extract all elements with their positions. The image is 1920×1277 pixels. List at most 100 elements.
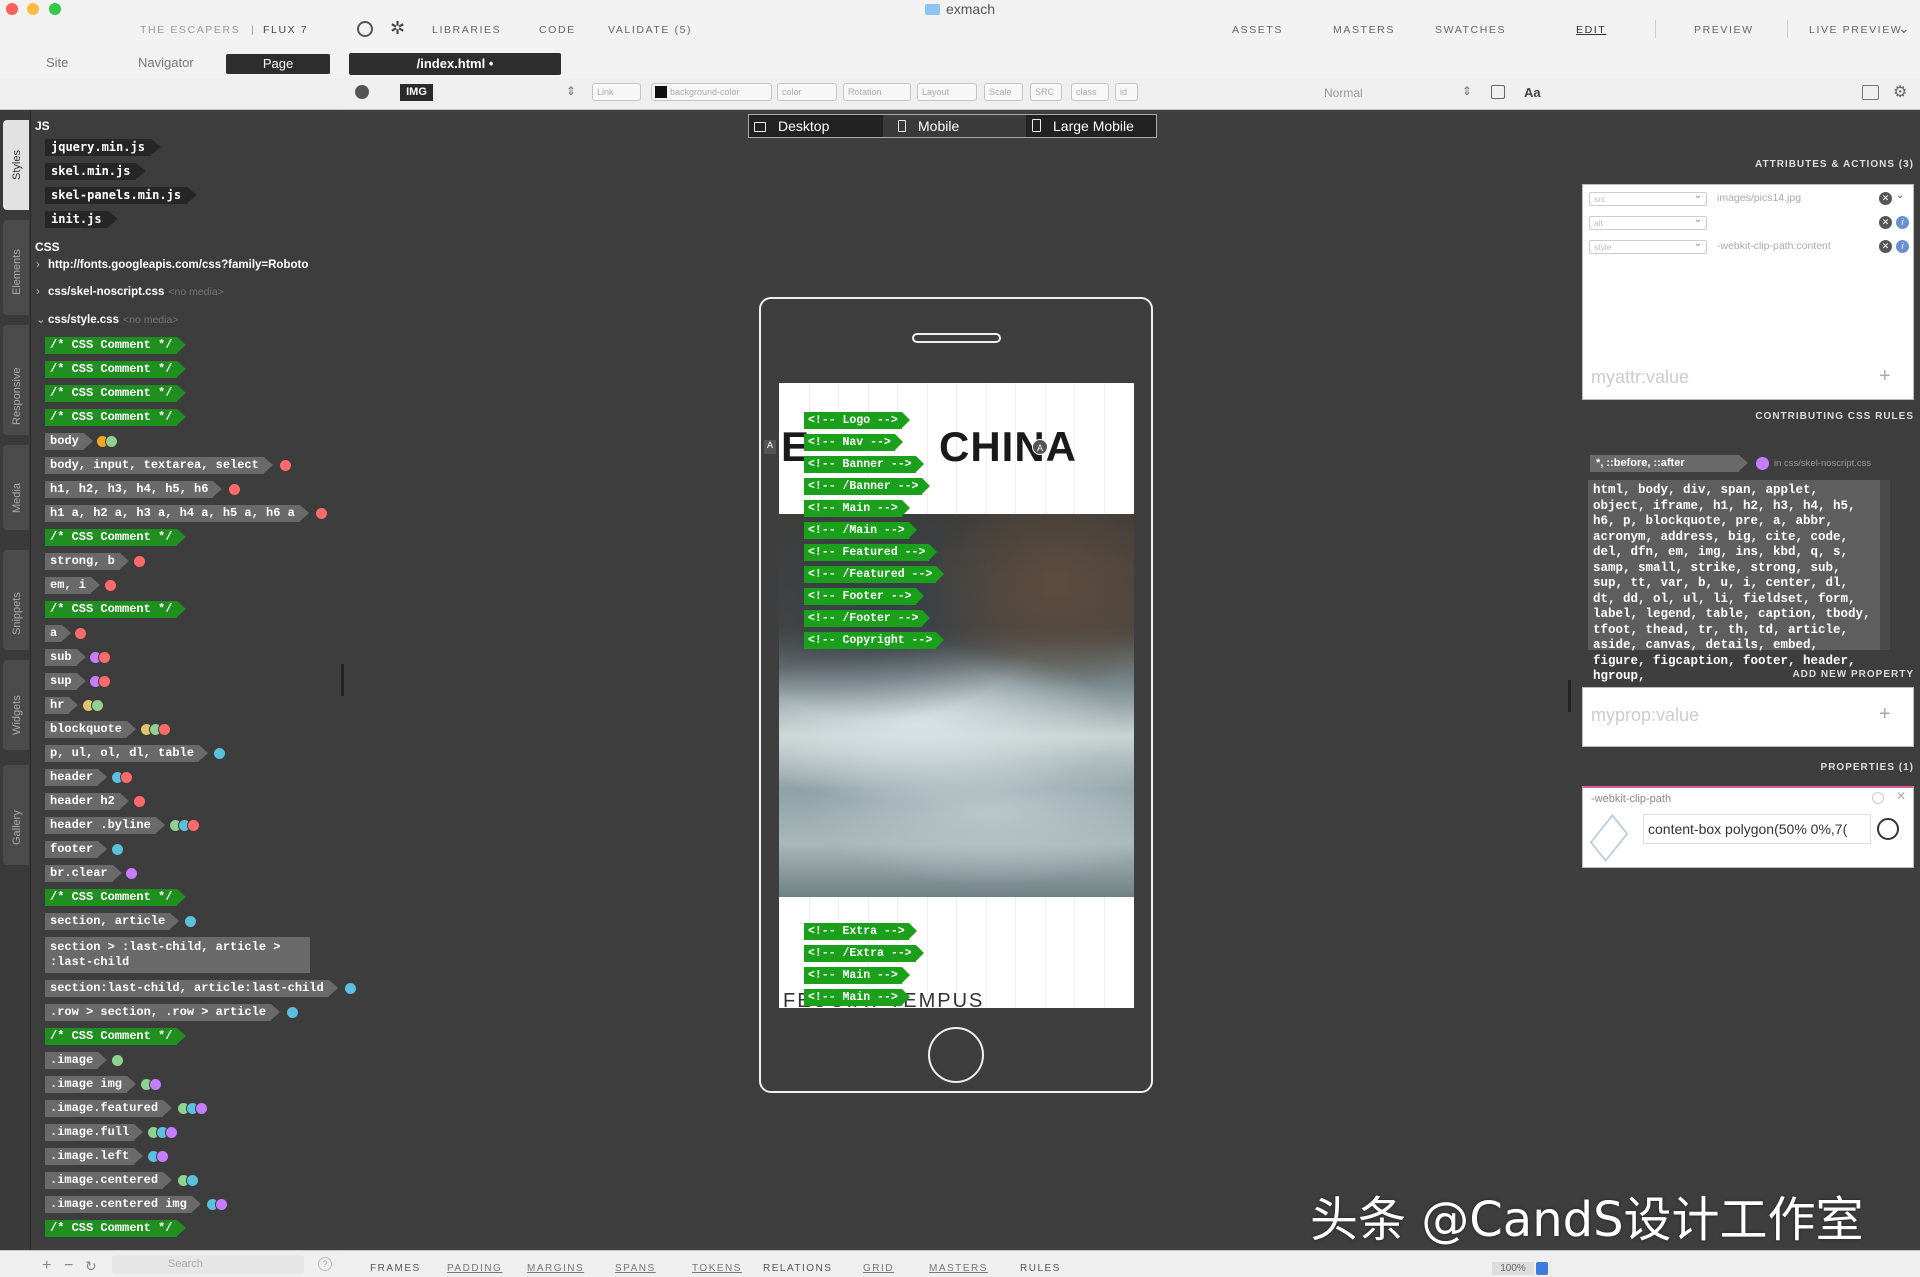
add-icon[interactable]: + (42, 1257, 51, 1275)
attr-value[interactable]: -webkit-clip-path:content (1717, 240, 1831, 252)
css-rule-item[interactable]: section:last-child, article:last-child (45, 980, 338, 997)
html-comment-tag[interactable]: <!-- /Featured --> (804, 566, 945, 583)
search-icon[interactable] (355, 85, 369, 99)
css-rule-item[interactable]: header h2 (45, 793, 129, 810)
css-comment-rule[interactable]: /* CSS Comment */ (45, 1028, 187, 1045)
css-rule-item[interactable]: body (45, 433, 93, 450)
info-icon[interactable]: i (1896, 240, 1909, 253)
nav-masters[interactable]: MASTERS (1333, 24, 1395, 36)
css-rule-item[interactable]: br.clear (45, 865, 122, 882)
html-comment-tag[interactable]: <!-- Banner --> (804, 456, 924, 473)
html-comment-tag[interactable]: <!-- Main --> (804, 989, 910, 1006)
rail-tab-responsive[interactable]: Responsive (3, 325, 29, 435)
background-color-chip[interactable]: background-color (651, 83, 772, 101)
remove-attr-icon[interactable]: ✕ (1879, 240, 1892, 253)
nav-libraries[interactable]: LIBRARIES (432, 24, 501, 36)
js-file-item[interactable]: skel-panels.min.js (45, 187, 198, 204)
new-property-input[interactable]: myprop:value (1591, 705, 1699, 726)
tab-page[interactable]: Page (226, 54, 330, 74)
bottom-tab-masters[interactable]: MASTERS (929, 1263, 988, 1274)
remove-attr-icon[interactable]: ✕ (1879, 192, 1892, 205)
stepper-icon[interactable]: ⇕ (1462, 84, 1472, 98)
css-rule-item[interactable]: strong, b (45, 553, 129, 570)
bottom-tab-rules[interactable]: RULES (1020, 1263, 1061, 1274)
css-rule-item[interactable]: .image.centered img (45, 1196, 201, 1213)
clip-path-shape-icon[interactable] (1589, 813, 1629, 863)
rail-tab-gallery[interactable]: Gallery (3, 765, 29, 865)
help-icon[interactable] (1872, 792, 1884, 804)
css-file-item[interactable]: › css/skel-noscript.css <no media> (36, 286, 224, 298)
nav-preview[interactable]: PREVIEW (1694, 24, 1754, 36)
css-rule-item[interactable]: .image img (45, 1076, 137, 1093)
new-attr-input[interactable]: myattr:value (1591, 367, 1689, 388)
page-preview[interactable]: ECHINA A FEUGIAT TEMPUS <!-- Logo --><!-… (779, 383, 1134, 1008)
css-rule-item[interactable]: body, input, textarea, select (45, 457, 273, 474)
nav-live-preview[interactable]: LIVE PREVIEW (1809, 24, 1902, 36)
rail-tab-media[interactable]: Media (3, 445, 29, 530)
css-comment-rule[interactable]: /* CSS Comment */ (45, 601, 187, 618)
add-attr-icon[interactable]: + (1879, 365, 1891, 388)
panel-toggle-icon[interactable] (1862, 85, 1879, 100)
bottom-tab-padding[interactable]: PADDING (447, 1263, 502, 1274)
tab-site[interactable]: Site (46, 55, 68, 70)
bottom-tab-grid[interactable]: GRID (863, 1263, 894, 1274)
html-comment-tag[interactable]: <!-- /Main --> (804, 522, 917, 539)
css-rule-item[interactable]: p, ul, ol, dl, table (45, 745, 209, 762)
nav-swatches[interactable]: SWATCHES (1435, 24, 1506, 36)
tab-navigator[interactable]: Navigator (138, 55, 194, 70)
scrollbar[interactable] (1568, 680, 1571, 712)
css-comment-rule[interactable]: /* CSS Comment */ (45, 529, 187, 546)
edit-icon[interactable] (1491, 85, 1505, 99)
html-comment-tag[interactable]: <!-- Footer --> (804, 588, 924, 605)
bottom-tab-margins[interactable]: MARGINS (527, 1263, 584, 1274)
chevron-down-icon[interactable]: ⌄ (1898, 20, 1911, 37)
scale-chip[interactable]: Scale (984, 83, 1023, 101)
bottom-tab-frames[interactable]: FRAMES (370, 1263, 421, 1274)
js-file-item[interactable]: skel.min.js (45, 163, 148, 180)
css-selector-pill[interactable]: *, ::before, ::after (1590, 455, 1748, 472)
chevron-down-icon[interactable]: ⌄ (1896, 190, 1904, 201)
css-rule-item[interactable]: .image.left (45, 1148, 144, 1165)
scrollbar[interactable] (341, 664, 344, 696)
add-property-icon[interactable]: + (1879, 703, 1891, 726)
rule-scroll[interactable] (1880, 480, 1890, 650)
disclosure-icon[interactable]: ⌄ (36, 312, 48, 326)
css-rule-item[interactable]: .image.featured (45, 1100, 173, 1117)
css-rule-item[interactable]: .image (45, 1052, 108, 1069)
device-mobile-button[interactable]: Mobile (892, 115, 1012, 137)
html-comment-tag[interactable]: <!-- Logo --> (804, 412, 910, 429)
css-comment-rule[interactable]: /* CSS Comment */ (45, 361, 187, 378)
remove-attr-icon[interactable]: ✕ (1879, 216, 1892, 229)
nav-assets[interactable]: ASSETS (1232, 24, 1283, 36)
disclosure-icon[interactable]: › (36, 259, 48, 271)
css-rule-item[interactable]: section, article (45, 913, 180, 930)
js-file-item[interactable]: init.js (45, 211, 118, 228)
nav-edit[interactable]: EDIT (1576, 24, 1606, 36)
color-chip[interactable]: color (777, 83, 837, 101)
css-rule-item[interactable]: em, i (45, 577, 101, 594)
property-value-input[interactable]: content-box polygon(50% 0%,7( (1643, 814, 1871, 844)
search-input[interactable]: Search (112, 1255, 304, 1274)
html-comment-tag[interactable]: <!-- Main --> (804, 500, 910, 517)
html-comment-tag[interactable]: <!-- /Banner --> (804, 478, 931, 495)
css-rule-item[interactable]: header .byline (45, 817, 165, 834)
preview-toggle-icon[interactable] (357, 21, 373, 37)
css-comment-rule[interactable]: /* CSS Comment */ (45, 409, 187, 426)
css-file-item[interactable]: ⌄ css/style.css <no media> (36, 312, 178, 326)
css-rule-item[interactable]: footer (45, 841, 108, 858)
css-rule-item[interactable]: .image.full (45, 1124, 144, 1141)
css-rule-item[interactable]: header (45, 769, 108, 786)
help-icon[interactable]: ? (318, 1257, 332, 1271)
disclosure-icon[interactable]: › (36, 286, 48, 298)
widgets-icon[interactable]: ✲ (390, 18, 405, 39)
css-rule-item[interactable]: h1, h2, h3, h4, h5, h6 (45, 481, 223, 498)
close-icon[interactable]: ✕ (1896, 789, 1906, 803)
gear-icon[interactable]: ⚙ (1893, 82, 1907, 102)
page-file-tab[interactable]: /index.html • (349, 53, 561, 75)
refresh-icon[interactable]: ↻ (85, 1258, 97, 1275)
css-comment-rule[interactable]: /* CSS Comment */ (45, 385, 187, 402)
nav-validate[interactable]: VALIDATE (5) (608, 24, 692, 36)
typography-button[interactable]: Aa (1524, 85, 1541, 100)
bottom-tab-spans[interactable]: SPANS (615, 1263, 656, 1274)
zoom-select[interactable]: 100% (1492, 1262, 1534, 1275)
